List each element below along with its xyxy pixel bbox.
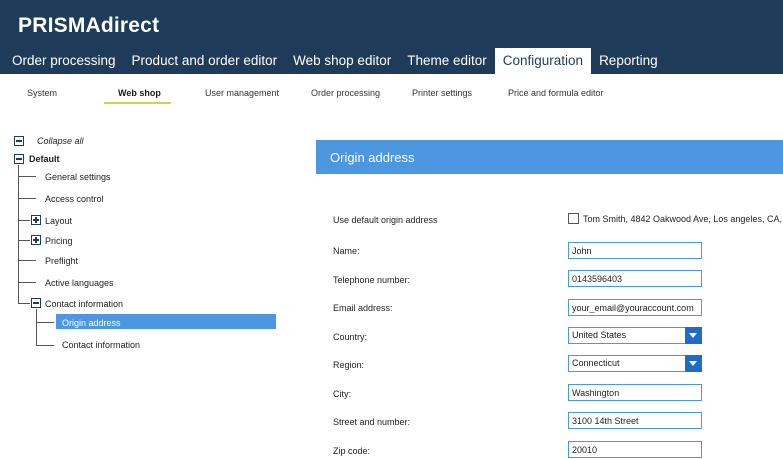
use-default-origin-label: Use default origin address: [333, 215, 438, 225]
email-field[interactable]: [568, 299, 702, 316]
tab-product-and-order-editor[interactable]: Product and order editor: [124, 48, 286, 74]
tree-item-contact-information[interactable]: Contact information: [45, 299, 123, 309]
subtab-order-processing[interactable]: Order processing: [311, 88, 380, 98]
app-header: PRISMAdirect Order processing Product an…: [0, 0, 783, 74]
collapse-contact-information-icon[interactable]: [31, 298, 41, 308]
region-select[interactable]: Connecticut: [568, 355, 702, 372]
tree-connector: [36, 322, 54, 323]
tab-web-shop-editor[interactable]: Web shop editor: [285, 48, 399, 74]
telephone-field[interactable]: [568, 270, 702, 287]
tree-item-general-settings[interactable]: General settings: [45, 172, 111, 182]
panel-title: Origin address: [330, 150, 415, 165]
tree-item-preflight[interactable]: Preflight: [45, 256, 78, 266]
country-value: United States: [572, 330, 627, 340]
tree-connector: [18, 176, 36, 177]
tree-item-active-languages[interactable]: Active languages: [45, 278, 114, 288]
tree-root-default[interactable]: Default: [29, 154, 60, 164]
active-subtab-indicator: [104, 102, 171, 104]
tab-configuration[interactable]: Configuration: [494, 48, 592, 74]
chevron-down-icon[interactable]: [685, 355, 702, 372]
country-label: Country:: [333, 332, 368, 342]
default-origin-address-text: Tom Smith, 4842 Oakwood Ave, Los angeles…: [583, 214, 783, 224]
tree-item-access-control[interactable]: Access control: [45, 194, 104, 204]
subtab-web-shop[interactable]: Web shop: [118, 88, 161, 98]
app-title: PRISMAdirect: [18, 14, 160, 37]
zip-label: Zip code:: [333, 446, 371, 456]
tree-connector: [18, 282, 36, 283]
tree-connector: [18, 260, 36, 261]
name-label: Name:: [333, 246, 360, 256]
email-label: Email address:: [333, 303, 393, 313]
region-value: Connecticut: [572, 358, 620, 368]
use-default-origin-checkbox[interactable]: [568, 213, 579, 224]
settings-tree: Collapse all Default General settings Ac…: [0, 110, 290, 459]
expand-layout-icon[interactable]: [31, 215, 41, 225]
subtab-user-management[interactable]: User management: [205, 88, 279, 98]
tab-order-processing[interactable]: Order processing: [0, 48, 124, 74]
tree-connector: [18, 220, 30, 221]
subtab-price-and-formula-editor[interactable]: Price and formula editor: [508, 88, 604, 98]
chevron-down-icon[interactable]: [685, 327, 702, 344]
sub-nav: System Web shop User management Order pr…: [0, 74, 783, 110]
subtab-printer-settings[interactable]: Printer settings: [412, 88, 472, 98]
tree-item-pricing[interactable]: Pricing: [45, 236, 73, 246]
zip-field[interactable]: [568, 441, 702, 458]
tree-item-contact-information-sub[interactable]: Contact information: [62, 340, 140, 350]
name-field[interactable]: [568, 242, 702, 259]
region-label: Region:: [333, 360, 365, 370]
city-label: City:: [333, 389, 351, 399]
tree-connector: [36, 345, 54, 346]
telephone-label: Telephone number:: [333, 275, 411, 285]
tree-item-layout[interactable]: Layout: [45, 216, 72, 226]
tab-reporting[interactable]: Reporting: [591, 48, 666, 74]
street-label: Street and number:: [333, 417, 411, 427]
tree-item-origin-address[interactable]: Origin address: [62, 318, 121, 328]
tree-connector: [36, 309, 37, 345]
subtab-system[interactable]: System: [27, 88, 57, 98]
main-nav: Order processing Product and order edito…: [0, 48, 666, 74]
country-select[interactable]: United States: [568, 327, 702, 344]
tree-connector: [18, 240, 30, 241]
street-field[interactable]: [568, 412, 702, 429]
tree-connector: [18, 198, 36, 199]
panel-header: Origin address: [316, 140, 783, 174]
expand-pricing-icon[interactable]: [31, 235, 41, 245]
tree-connector: [18, 303, 30, 304]
city-field[interactable]: [568, 384, 702, 401]
collapse-all-link[interactable]: Collapse all: [37, 136, 84, 146]
collapse-all-icon[interactable]: [14, 136, 24, 146]
collapse-default-icon[interactable]: [14, 154, 24, 164]
tab-theme-editor[interactable]: Theme editor: [399, 48, 495, 74]
